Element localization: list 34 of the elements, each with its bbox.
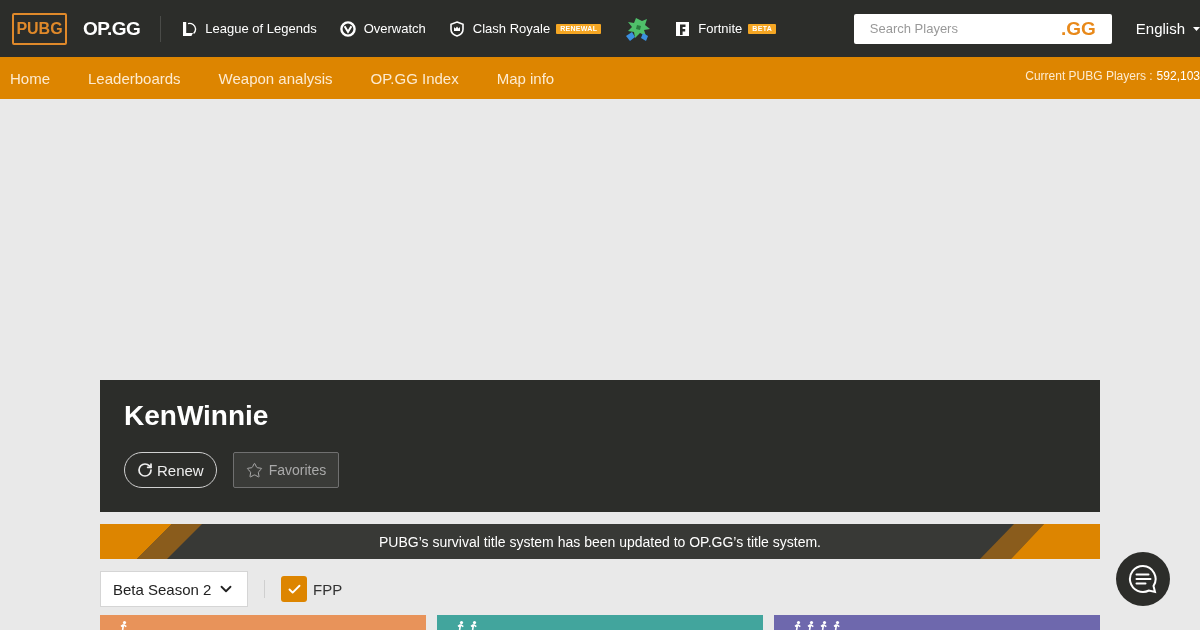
- notice-text: PUBG’s survival title system has been updated to OP.GG’s title system.: [379, 534, 821, 549]
- player-count-label: Current PUBG Players :: [1025, 69, 1153, 82]
- brand-name[interactable]: OP.GG: [83, 19, 141, 38]
- search-field[interactable]: Search Players .GG: [853, 13, 1112, 44]
- person-icon: [805, 621, 815, 630]
- caret-icon: [1193, 26, 1200, 31]
- letter-l-icon: [181, 20, 198, 37]
- search-button[interactable]: .GG: [1060, 19, 1096, 38]
- game-link[interactable]: Clash Royale: [448, 20, 551, 37]
- game-link[interactable]: Overwatch: [339, 20, 426, 37]
- star-icon: [245, 461, 263, 479]
- person-icon: [455, 621, 465, 630]
- game-link[interactable]: League of Legends: [181, 20, 317, 37]
- person-icon: [831, 621, 841, 630]
- refresh-icon: [137, 462, 153, 478]
- person-icon: [818, 621, 828, 630]
- mode-card[interactable]: [774, 615, 1100, 630]
- chat-icon: [1128, 564, 1158, 594]
- favorites-button[interactable]: Favorites: [232, 452, 340, 488]
- language-selector[interactable]: English: [1135, 21, 1200, 36]
- chat-button[interactable]: [1116, 552, 1170, 606]
- game-link[interactable]: Fortnite: [675, 20, 743, 37]
- person-icon: [468, 621, 478, 630]
- checkbox-label: FPP: [313, 581, 343, 597]
- player-name: KenWinnie: [124, 400, 270, 432]
- shield-icon: [448, 20, 465, 37]
- player-count-value: 592,103: [1156, 69, 1200, 82]
- season-select[interactable]: Beta Season 2: [100, 571, 248, 607]
- person-icon: [118, 621, 128, 630]
- letter-f-icon: [675, 20, 691, 37]
- person-icon: [792, 621, 802, 630]
- fpp-checkbox[interactable]: [281, 576, 307, 602]
- logo[interactable]: PUBG: [12, 12, 67, 45]
- ring-icon: [339, 20, 356, 37]
